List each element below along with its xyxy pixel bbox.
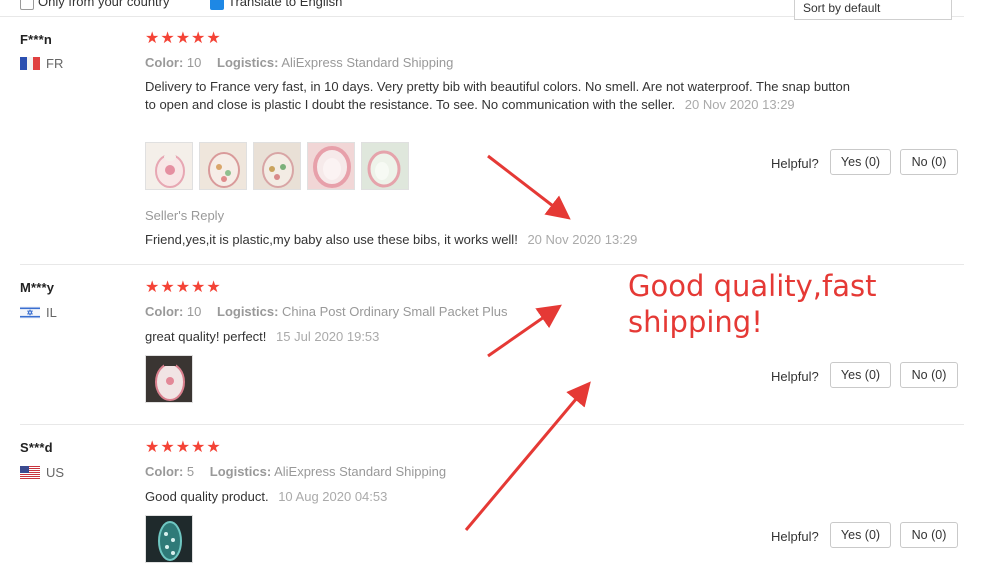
annotation-text: Good quality,fast shipping! xyxy=(628,269,877,339)
helpful-label: Helpful? xyxy=(771,369,819,384)
annotation-arrow xyxy=(464,381,591,531)
review-text: Good quality product. xyxy=(145,489,269,504)
country-code: IL xyxy=(46,305,57,320)
review-photos xyxy=(145,515,193,563)
star-rating: ★★★★★ xyxy=(145,30,222,47)
seller-reply-title: Seller's Reply xyxy=(145,208,225,223)
review-photo[interactable] xyxy=(145,142,193,190)
review-text-block: Good quality product. 10 Aug 2020 04:53 xyxy=(145,488,850,506)
seller-reply-text: Friend,yes,it is plastic,my baby also us… xyxy=(145,232,518,247)
sort-select[interactable]: Sort by default xyxy=(794,0,952,20)
review-country: IL xyxy=(20,305,57,320)
review-meta: Color: 5 Logistics: AliExpress Standard … xyxy=(145,464,446,479)
star-rating: ★★★★★ xyxy=(145,279,222,296)
flag-il-icon xyxy=(20,306,40,319)
annotation-arrow xyxy=(487,154,571,220)
logistics-value: AliExpress Standard Shipping xyxy=(274,464,447,479)
logistics-key: Logistics: xyxy=(217,55,279,70)
only-country-checkbox[interactable] xyxy=(20,0,34,10)
flag-fr-icon xyxy=(20,57,40,70)
review-divider xyxy=(20,264,964,265)
helpful-yes-button[interactable]: Yes (0) xyxy=(830,362,891,388)
color-value: 10 xyxy=(186,55,202,70)
helpful-label: Helpful? xyxy=(771,156,819,171)
review-photo[interactable] xyxy=(253,142,301,190)
logistics-key: Logistics: xyxy=(209,464,272,479)
review-text-block: Delivery to France very fast, in 10 days… xyxy=(145,78,850,114)
translate-label: Translate to English xyxy=(228,0,343,9)
color-value: 5 xyxy=(186,464,195,479)
logistics-value: AliExpress Standard Shipping xyxy=(281,55,454,70)
country-code: FR xyxy=(46,56,64,71)
seller-reply: Friend,yes,it is plastic,my baby also us… xyxy=(145,232,637,247)
review-country: FR xyxy=(20,56,63,71)
review-date: 15 Jul 2020 19:53 xyxy=(276,329,380,344)
color-key: Color: xyxy=(145,304,184,319)
review-photo[interactable] xyxy=(145,515,193,563)
helpful-yes-button[interactable]: Yes (0) xyxy=(830,522,891,548)
review-meta: Color: 10 Logistics: China Post Ordinary… xyxy=(145,304,507,319)
color-value: 10 xyxy=(186,304,202,319)
review-date: 20 Nov 2020 13:29 xyxy=(684,97,795,112)
review-text: great quality! perfect! xyxy=(145,329,267,344)
helpful-no-button[interactable]: No (0) xyxy=(900,149,958,175)
review-meta: Color: 10 Logistics: AliExpress Standard… xyxy=(145,55,453,70)
review-divider xyxy=(20,424,964,425)
country-code: US xyxy=(46,465,65,480)
review-photo[interactable] xyxy=(145,355,193,403)
helpful-yes-button[interactable]: Yes (0) xyxy=(830,149,891,175)
flag-us-icon xyxy=(20,466,40,479)
translate-checkbox[interactable] xyxy=(210,0,224,10)
review-date: 10 Aug 2020 04:53 xyxy=(278,489,388,504)
helpful-no-button[interactable]: No (0) xyxy=(900,362,958,388)
review-photo[interactable] xyxy=(307,142,355,190)
color-key: Color: xyxy=(145,55,184,70)
helpful-label: Helpful? xyxy=(771,529,819,544)
review-author: S***d xyxy=(20,440,53,455)
logistics-key: Logistics: xyxy=(217,304,279,319)
logistics-value: China Post Ordinary Small Packet Plus xyxy=(282,304,508,319)
color-key: Color: xyxy=(145,464,184,479)
review-country: US xyxy=(20,465,64,480)
star-rating: ★★★★★ xyxy=(145,439,222,456)
review-photos xyxy=(145,142,409,190)
seller-reply-date: 20 Nov 2020 13:29 xyxy=(527,232,638,247)
review-author: F***n xyxy=(20,32,53,47)
only-country-label: Only from your country xyxy=(38,0,170,9)
review-photo[interactable] xyxy=(199,142,247,190)
review-author: M***y xyxy=(20,280,55,295)
helpful-no-button[interactable]: No (0) xyxy=(900,522,958,548)
review-photos xyxy=(145,355,193,403)
review-photo[interactable] xyxy=(361,142,409,190)
